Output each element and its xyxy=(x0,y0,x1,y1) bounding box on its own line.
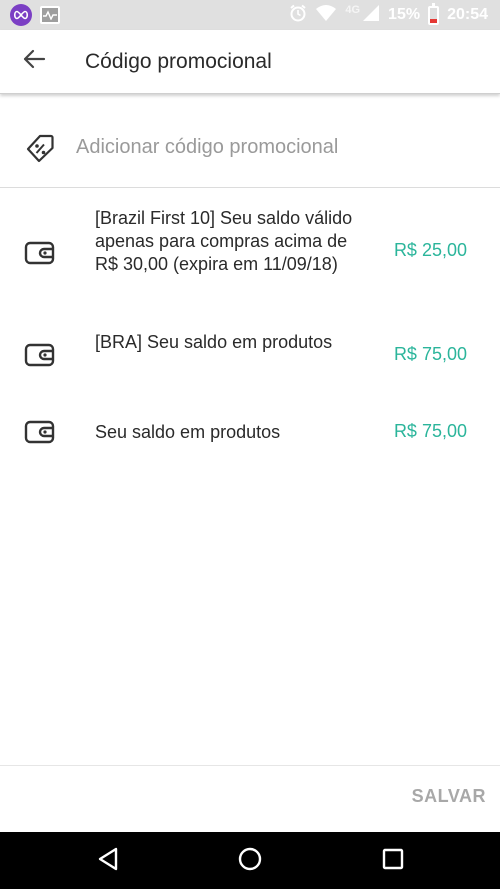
activity-monitor-icon xyxy=(40,6,60,24)
navigation-bar xyxy=(0,832,500,889)
nav-home-button[interactable] xyxy=(235,846,265,876)
signal-icon xyxy=(362,4,380,27)
infinity-app-icon xyxy=(10,4,32,26)
back-button[interactable] xyxy=(14,42,54,82)
wallet-icon xyxy=(24,420,56,444)
promo-code-row[interactable] xyxy=(0,108,500,188)
nav-recents-button[interactable] xyxy=(378,846,408,876)
battery-percent: 15% xyxy=(388,6,421,23)
status-bar: 4G 15% 20:54 xyxy=(0,0,500,30)
credit-amount: R$ 75,00 xyxy=(393,421,467,441)
app-bar: Código promocional xyxy=(0,30,500,94)
discount-tag-icon xyxy=(23,131,57,165)
wallet-icon xyxy=(24,343,56,367)
credit-item: [Brazil First 10] Seu saldo válido apena… xyxy=(0,207,500,299)
nav-back-button[interactable] xyxy=(93,846,123,876)
save-button[interactable]: SALVAR xyxy=(412,786,486,807)
credit-item: Seu saldo em produtos R$ 75,00 xyxy=(0,420,500,444)
credit-description: [BRA] Seu saldo em produtos xyxy=(95,332,333,352)
alarm-icon xyxy=(289,4,307,27)
arrow-left-icon xyxy=(22,49,46,74)
wifi-icon xyxy=(315,4,337,27)
home-circle-icon xyxy=(238,847,262,876)
credit-amount: R$ 75,00 xyxy=(393,344,467,364)
credit-description: [Brazil First 10] Seu saldo válido apena… xyxy=(95,208,353,274)
clock: 20:54 xyxy=(447,6,488,23)
bottom-divider xyxy=(0,765,500,766)
promo-code-input[interactable] xyxy=(76,136,466,159)
wallet-icon xyxy=(24,241,56,265)
recents-square-icon xyxy=(382,848,404,875)
back-triangle-icon xyxy=(97,847,119,876)
credit-item: [BRA] Seu saldo em produtos R$ 75,00 xyxy=(0,331,500,379)
credit-amount: R$ 25,00 xyxy=(393,240,467,260)
page-title: Código promocional xyxy=(85,49,272,73)
battery-icon xyxy=(428,2,440,25)
credit-description: Seu saldo em produtos xyxy=(95,422,281,442)
network-type-label: 4G xyxy=(345,4,361,16)
